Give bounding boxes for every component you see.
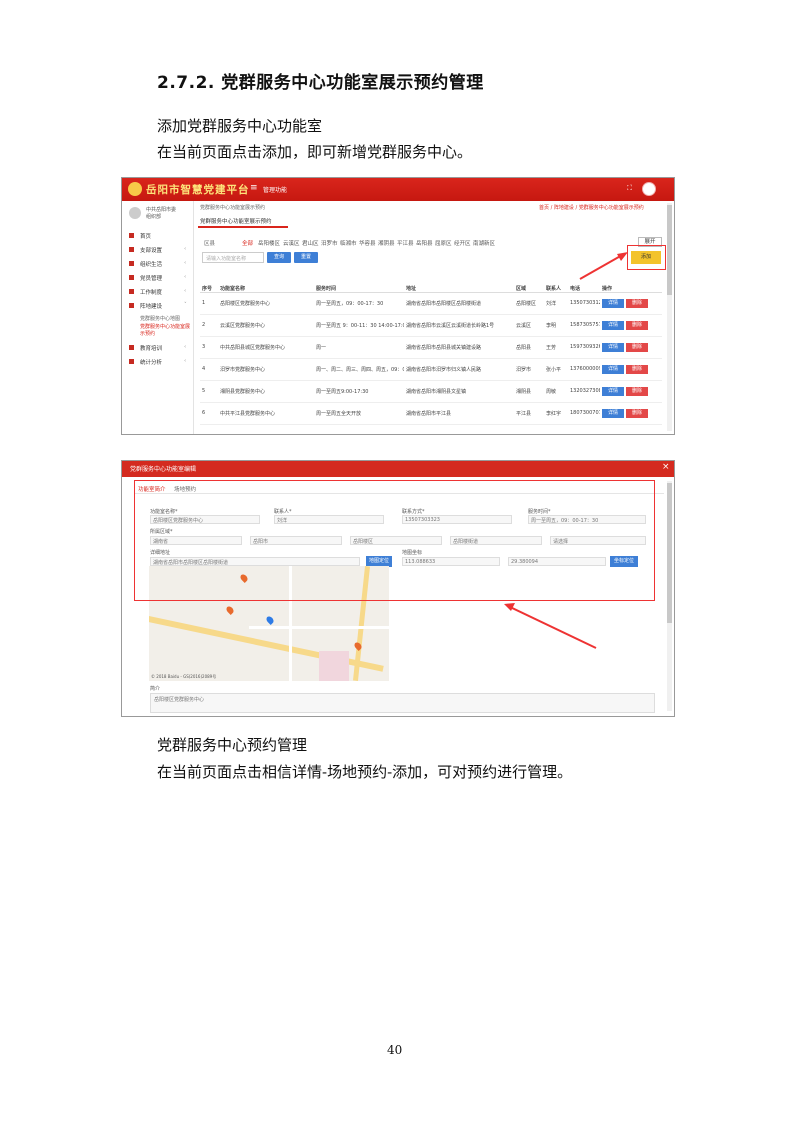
arrow-line (579, 253, 625, 280)
paragraph-booking-title: 党群服务中心预约管理 (157, 736, 308, 754)
arrow-head (504, 603, 515, 611)
arrow-head (617, 252, 628, 261)
arrow-line (507, 605, 597, 649)
annotation-arrows (504, 252, 628, 649)
paragraph-booking-desc: 在当前页面点击相信详情-场地预约-添加，可对预约进行管理。 (157, 763, 573, 781)
page-number: 40 (387, 1043, 403, 1057)
